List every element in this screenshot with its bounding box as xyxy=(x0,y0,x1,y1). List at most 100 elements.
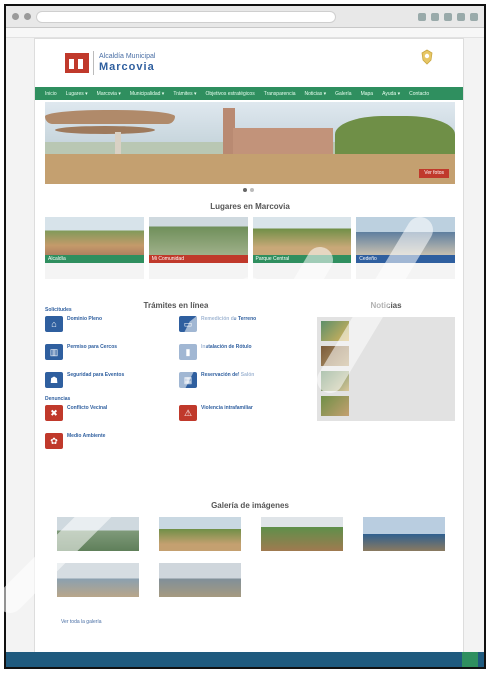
carousel-dot[interactable] xyxy=(250,188,254,192)
address-bar[interactable] xyxy=(36,10,336,23)
place-name[interactable]: Alcaldía xyxy=(45,255,144,263)
tramite-item[interactable]: ✿ Medio Ambiente xyxy=(45,433,173,455)
tramite-item[interactable]: ☗ Seguridad para Eventos xyxy=(45,372,173,394)
environment-icon[interactable]: ✿ xyxy=(45,433,63,449)
tramite-title[interactable]: Violencia intrafamiliar xyxy=(201,405,253,411)
tramite-item[interactable]: ▭ Remedición de Terreno xyxy=(179,316,307,338)
nav-item[interactable]: Municipalidad ▾ xyxy=(130,91,164,97)
place-card[interactable]: Parque Central xyxy=(252,217,352,279)
nav-item[interactable]: Mapa xyxy=(361,91,374,97)
tramite-item[interactable]: ⌂ Dominio Pleno xyxy=(45,316,173,338)
tramite-title[interactable]: Conflicto Vecinal xyxy=(67,405,107,411)
back-button[interactable] xyxy=(12,13,19,20)
forward-button[interactable] xyxy=(24,13,31,20)
nav-item[interactable]: Lugares ▾ xyxy=(66,91,88,97)
fence-icon[interactable]: ▥ xyxy=(45,344,63,360)
hero-banner[interactable]: Ver fotos xyxy=(45,102,455,184)
nav-item[interactable]: Objetivos estratégicos xyxy=(206,91,255,97)
news-thumbnail[interactable] xyxy=(321,396,349,416)
tramite-text: Violencia intrafamiliar xyxy=(201,405,253,427)
map-icon[interactable]: ▭ xyxy=(179,316,197,332)
tramite-text: Seguridad para Eventos xyxy=(67,372,124,394)
nav-item[interactable]: Marcovia ▾ xyxy=(97,91,121,97)
news-thumbnail[interactable] xyxy=(321,346,349,366)
news-item[interactable] xyxy=(321,371,451,392)
site-title[interactable]: Marcovia xyxy=(99,61,155,73)
web-page: Alcaldía Municipal Marcovia Inicio Lugare… xyxy=(34,38,464,666)
place-name[interactable]: Cedeño xyxy=(356,255,455,263)
sign-icon[interactable]: ▮ xyxy=(179,344,197,360)
denuncias-label: Denuncias xyxy=(45,396,71,402)
place-card[interactable]: Cedeño xyxy=(356,217,455,279)
carousel-dot[interactable] xyxy=(243,188,247,192)
place-card[interactable]: Mi Comunidad xyxy=(148,217,248,279)
conflict-icon[interactable]: ✖ xyxy=(45,405,63,421)
gallery-image[interactable] xyxy=(57,517,139,551)
tramite-title[interactable]: Remedición de Terreno xyxy=(201,316,256,322)
crest-icon xyxy=(421,49,433,65)
site-header: Alcaldía Municipal Marcovia xyxy=(35,39,463,87)
tramite-item[interactable]: ▦ Reservación del Salón xyxy=(179,372,307,394)
nav-item[interactable]: Ayuda ▾ xyxy=(382,91,400,97)
news-item[interactable] xyxy=(321,346,451,367)
building-icon[interactable] xyxy=(65,53,89,73)
tramite-title[interactable]: Permiso para Cercos xyxy=(67,344,117,350)
gallery-row xyxy=(57,563,457,597)
nav-item[interactable]: Trámites ▾ xyxy=(173,91,196,97)
nav-item[interactable]: Transparencia xyxy=(264,91,296,97)
violence-icon[interactable]: ⚠ xyxy=(179,405,197,421)
tramite-item[interactable]: ▮ Instalación de Rótulo xyxy=(179,344,307,366)
hero-tag-button[interactable]: Ver fotos xyxy=(419,169,449,178)
gallery-more-link[interactable]: Ver toda la galería xyxy=(61,619,102,625)
tramite-text: Remedición de Terreno xyxy=(201,316,256,338)
tramite-title[interactable]: Seguridad para Eventos xyxy=(67,372,124,378)
gallery-image[interactable] xyxy=(261,517,343,551)
nav-item[interactable]: Contacto xyxy=(409,91,429,97)
tramites-section: Solicitudes ⌂ Dominio Pleno ▭ Remedición de… xyxy=(45,307,307,455)
nav-item[interactable]: Inicio xyxy=(45,91,57,97)
place-name[interactable]: Mi Comunidad xyxy=(148,255,248,263)
news-thumbnail[interactable] xyxy=(321,371,349,391)
menu-icon[interactable] xyxy=(470,12,478,21)
tramite-title[interactable]: Dominio Pleno xyxy=(67,316,102,322)
tramite-title[interactable]: Instalación de Rótulo xyxy=(201,344,252,350)
event-icon[interactable]: ☗ xyxy=(45,372,63,388)
tramite-item[interactable]: ✖ Conflicto Vecinal xyxy=(45,405,173,427)
site-subtitle: Alcaldía Municipal xyxy=(99,53,156,60)
gallery-image[interactable] xyxy=(159,563,241,597)
noticias-title: Noticias xyxy=(370,301,402,310)
hall-icon[interactable]: ▦ xyxy=(179,372,197,388)
extension-icon[interactable] xyxy=(418,12,426,21)
gallery-image[interactable] xyxy=(363,517,445,551)
tramite-text: Dominio Pleno xyxy=(67,316,102,338)
tramite-item[interactable]: ▥ Permiso para Cercos xyxy=(45,344,173,366)
extension-icon[interactable] xyxy=(444,12,452,21)
tramite-title[interactable]: Medio Ambiente xyxy=(67,433,105,439)
gallery-image[interactable] xyxy=(159,517,241,551)
hero-roof-shadow xyxy=(55,126,155,134)
tramite-item[interactable]: ⚠ Violencia intrafamiliar xyxy=(179,405,307,427)
news-thumbnail[interactable] xyxy=(321,321,349,341)
nav-item[interactable]: Galería xyxy=(335,91,351,97)
tramite-text: Instalación de Rótulo xyxy=(201,344,252,366)
footer-tab[interactable] xyxy=(462,652,478,667)
news-item[interactable] xyxy=(321,396,451,417)
place-image[interactable] xyxy=(252,217,352,255)
place-name[interactable]: Parque Central xyxy=(252,255,352,263)
place-image[interactable] xyxy=(356,217,455,255)
gallery-image[interactable] xyxy=(57,563,139,597)
house-icon[interactable]: ⌂ xyxy=(45,316,63,332)
tramite-text: Reservación del Salón xyxy=(201,372,254,394)
solicitudes-label: Solicitudes xyxy=(45,307,72,313)
extension-icon[interactable] xyxy=(457,12,465,21)
gallery-grid xyxy=(57,517,457,609)
place-card[interactable]: Alcaldía xyxy=(45,217,144,279)
extension-icon[interactable] xyxy=(431,12,439,21)
place-image[interactable] xyxy=(45,217,144,255)
tramite-title[interactable]: Reservación del Salón xyxy=(201,372,254,378)
place-image[interactable] xyxy=(148,217,248,255)
news-item[interactable] xyxy=(321,321,451,342)
nav-item[interactable]: Noticias ▾ xyxy=(304,91,326,97)
browser-window: Alcaldía Municipal Marcovia Inicio Lugare… xyxy=(4,4,486,669)
carousel-dots xyxy=(243,188,254,192)
